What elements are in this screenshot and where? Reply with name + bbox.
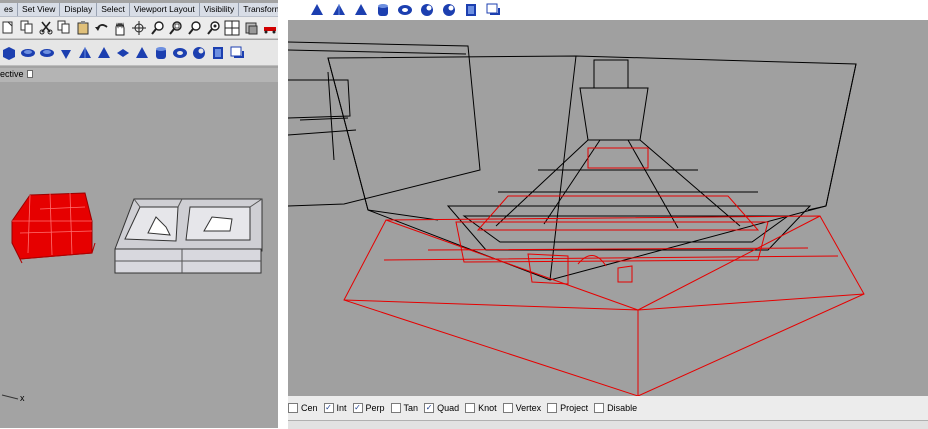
torus-icon[interactable] (133, 44, 150, 61)
standard-toolbar (0, 17, 278, 39)
tube-icon[interactable] (440, 2, 457, 19)
box-icon[interactable] (0, 44, 17, 61)
viewport-divider[interactable] (278, 0, 288, 428)
osnap-knot-label: Knot (478, 403, 497, 413)
menu-item-select[interactable]: Select (97, 3, 130, 16)
zoom-icon[interactable] (149, 19, 166, 36)
osnap-disable-label: Disable (607, 403, 638, 413)
pipe-icon[interactable] (418, 2, 435, 19)
rotate-view-icon[interactable] (131, 19, 148, 36)
perspective-viewport-right[interactable] (288, 20, 928, 396)
layers-icon[interactable] (243, 19, 260, 36)
pyramid-icon[interactable] (330, 2, 347, 19)
osnap-project[interactable]: Project (547, 403, 588, 413)
copy-icon[interactable] (19, 19, 36, 36)
menu-item-transform[interactable]: Transform (239, 3, 278, 16)
osnap-vertex[interactable]: Vertex (502, 403, 542, 413)
undo-icon[interactable] (93, 19, 110, 36)
selected-red-object[interactable] (11, 192, 96, 264)
menu-item-es[interactable]: es (0, 3, 18, 16)
osnap-tan[interactable]: Tan (390, 403, 419, 413)
zoom-extents-icon[interactable] (187, 19, 204, 36)
tube-icon[interactable] (171, 44, 188, 61)
torus-icon[interactable] (396, 2, 413, 19)
osnap-perp-label: Perp (365, 403, 385, 413)
pipe-icon[interactable] (152, 44, 169, 61)
osnap-quad[interactable]: ✓ Quad (424, 403, 459, 413)
osnap-project-checkbox[interactable] (547, 403, 558, 413)
menu-item-viewport-layout[interactable]: Viewport Layout (130, 3, 200, 16)
menu-item-set-view[interactable]: Set View (18, 3, 61, 16)
viewport-title-tab[interactable]: ective (0, 68, 278, 82)
viewport-title: ective (0, 69, 24, 79)
plane-icon[interactable] (228, 44, 245, 61)
ellipsoid-icon[interactable] (19, 44, 36, 61)
viewport-menu-arrow-icon[interactable] (27, 70, 33, 78)
four-viewports-icon[interactable] (224, 19, 241, 36)
osnap-cen-label: Cen (301, 403, 318, 413)
axis-label-x: x (20, 393, 25, 403)
left-panel: es Set View Display Select Viewport Layo… (0, 0, 278, 428)
pan-hand-icon[interactable] (112, 19, 129, 36)
osnap-perp-checkbox[interactable]: ✓ (352, 403, 363, 413)
osnap-disable-checkbox[interactable] (594, 403, 605, 413)
shelf-icon[interactable] (484, 2, 501, 19)
extrude-icon[interactable] (462, 2, 479, 19)
paste-icon[interactable] (75, 19, 92, 36)
osnap-cen[interactable]: Cen (288, 403, 318, 413)
pyramid-icon[interactable] (76, 44, 93, 61)
extrude-icon[interactable] (190, 44, 207, 61)
osnap-perp[interactable]: ✓ Perp (352, 403, 385, 413)
menubar: es Set View Display Select Viewport Layo… (0, 3, 278, 17)
shelf-icon[interactable] (209, 44, 226, 61)
zoom-selected-icon[interactable] (205, 19, 222, 36)
osnap-vertex-label: Vertex (515, 403, 542, 413)
menu-item-display[interactable]: Display (60, 3, 98, 16)
zoom-window-icon[interactable] (168, 19, 185, 36)
osnap-cen-checkbox[interactable] (288, 403, 298, 413)
new-document-icon[interactable] (0, 19, 17, 36)
solids-toolbar (0, 40, 278, 66)
truncated-pyramid-icon[interactable] (352, 2, 369, 19)
disc-icon[interactable] (38, 44, 55, 61)
osnap-knot[interactable]: Knot (465, 403, 497, 413)
cylinder-icon[interactable] (374, 2, 391, 19)
osnap-vertex-checkbox[interactable] (502, 403, 513, 413)
osnap-int-checkbox[interactable]: ✓ (323, 403, 334, 413)
osnap-knot-checkbox[interactable] (465, 403, 476, 413)
solids-toolbar-right (288, 0, 928, 20)
cylinder-icon[interactable] (114, 44, 131, 61)
car-icon[interactable] (261, 19, 278, 36)
sink-block-object[interactable] (114, 198, 263, 274)
osnap-disable[interactable]: Disable (594, 403, 637, 413)
osnap-int-label: Int (336, 403, 347, 413)
menu-item-visibility[interactable]: Visibility (200, 3, 240, 16)
osnap-quad-label: Quad (437, 403, 460, 413)
cone-icon[interactable] (57, 44, 74, 61)
osnap-bar: Cen ✓ Int ✓ Perp Tan ✓ Quad Knot Vertex Pro… (288, 396, 928, 420)
perspective-viewport-left[interactable]: x (0, 83, 278, 428)
cut-icon[interactable] (37, 19, 54, 36)
truncated-pyramid-icon[interactable] (95, 44, 112, 61)
osnap-project-label: Project (560, 403, 589, 413)
copy-icon[interactable] (56, 19, 73, 36)
osnap-int[interactable]: ✓ Int (323, 403, 347, 413)
osnap-quad-checkbox[interactable]: ✓ (424, 403, 435, 413)
cone-icon[interactable] (308, 2, 325, 19)
osnap-tan-label: Tan (403, 403, 419, 413)
osnap-tan-checkbox[interactable] (390, 403, 401, 413)
